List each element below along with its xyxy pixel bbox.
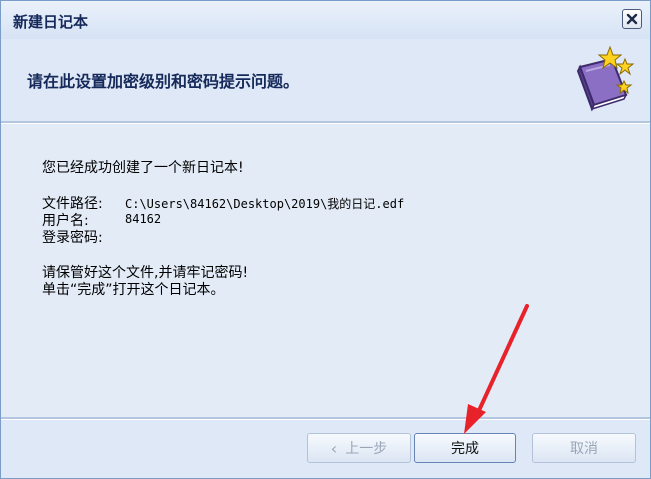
- wizard-header: 请在此设置加密级别和密码提示问题。: [1, 39, 650, 121]
- finish-hint: 单击“完成”打开这个日记本。: [42, 282, 225, 298]
- wizard-content: 您已经成功创建了一个新日记本! 文件路径: C:\Users\84162\Des…: [1, 124, 650, 417]
- header-instruction: 请在此设置加密级别和密码提示问题。: [27, 72, 300, 91]
- diary-book-with-stars-icon: [570, 45, 638, 113]
- finish-button[interactable]: 完成: [414, 433, 516, 463]
- new-diary-dialog: 新建日记本 请在此设置加密级别和密码提示问题。 您已经成功创建了一个新日记本! …: [0, 0, 651, 479]
- chevron-left-icon: ‹: [330, 438, 338, 458]
- cancel-button[interactable]: 取消: [532, 433, 636, 463]
- title-bar: 新建日记本: [1, 1, 650, 39]
- close-button[interactable]: [622, 9, 642, 29]
- back-button-label: 上一步: [345, 441, 388, 457]
- back-button[interactable]: ‹ 上一步: [307, 433, 411, 463]
- password-label: 登录密码:: [42, 230, 103, 246]
- window-title: 新建日记本: [13, 13, 89, 31]
- cancel-button-label: 取消: [570, 441, 598, 457]
- success-message: 您已经成功创建了一个新日记本!: [42, 160, 244, 176]
- wizard-footer: ‹ 上一步 完成 取消: [1, 420, 650, 478]
- username-value: 84162: [125, 212, 162, 226]
- close-icon: [626, 10, 638, 29]
- file-path-value: C:\Users\84162\Desktop\2019\我的日记.edf: [125, 197, 405, 211]
- finish-button-label: 完成: [451, 441, 479, 457]
